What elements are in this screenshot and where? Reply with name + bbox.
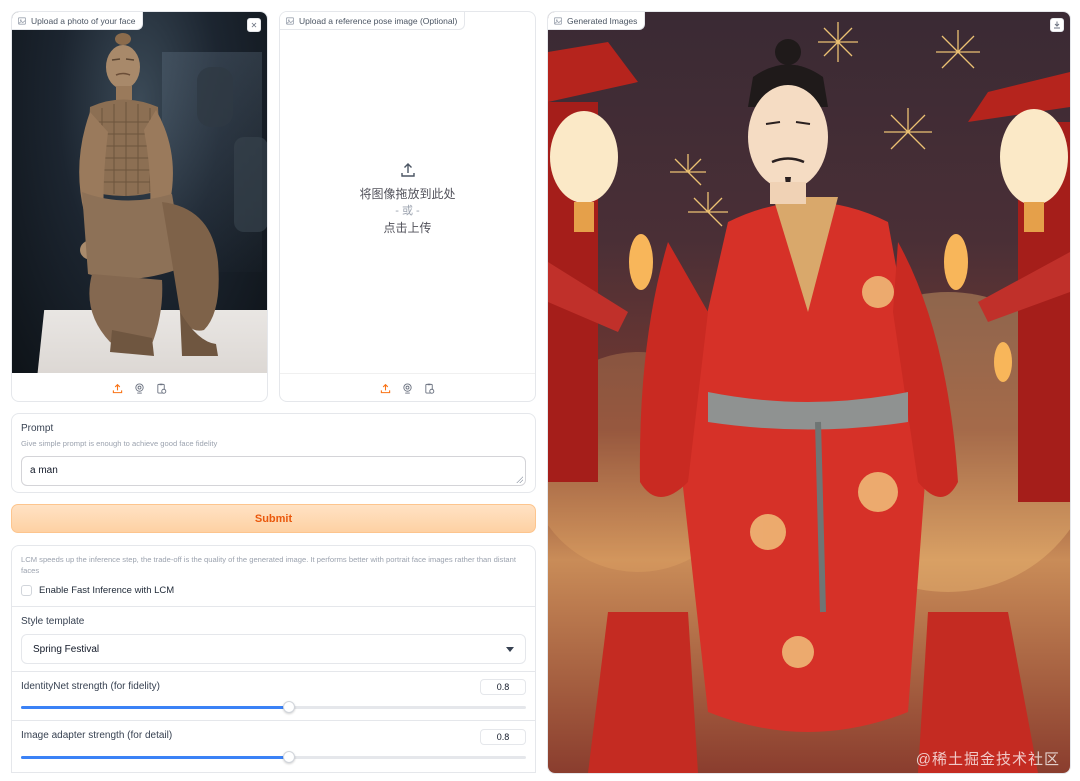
adapter-label: Image adapter strength (for detail) (21, 730, 173, 741)
or-separator: - 或 - (395, 205, 420, 217)
face-upload-label: Upload a photo of your face (12, 12, 144, 30)
image-icon (286, 16, 294, 25)
adapter-slider-thumb[interactable] (282, 751, 295, 763)
watermark: @稀土掘金技术社区 (915, 751, 1060, 768)
click-upload-text: 点击上传 (383, 221, 432, 235)
style-template-label: Style template (21, 616, 85, 627)
download-icon (1054, 21, 1060, 29)
generated-image[interactable]: @稀土掘金技术社区 (548, 12, 1070, 773)
download-button[interactable] (1050, 18, 1064, 32)
generated-images-panel: Generated Images @稀土掘金技术社区 (547, 11, 1071, 774)
pose-upload-panel[interactable]: Upload a reference pose image (Optional)… (279, 11, 536, 402)
prompt-block: Prompt Give simple prompt is enough to a… (11, 413, 536, 493)
upload-icon[interactable] (380, 383, 391, 394)
identitynet-slider[interactable] (21, 701, 526, 713)
identitynet-label: IdentityNet strength (for fidelity) (21, 681, 160, 692)
style-template-dropdown[interactable]: Spring Festival (21, 634, 526, 664)
prompt-label: Prompt (21, 423, 54, 434)
webcam-icon[interactable] (402, 382, 413, 394)
close-icon: ✕ (250, 20, 258, 30)
identitynet-slider-fill (21, 706, 289, 709)
lcm-checkbox-row[interactable]: Enable Fast Inference with LCM (21, 585, 174, 596)
prompt-info: Give simple prompt is enough to achieve … (21, 439, 218, 448)
clear-image-button[interactable]: ✕ (247, 18, 261, 32)
uploaded-face-photo (12, 12, 267, 373)
adapter-slider[interactable] (21, 751, 526, 763)
upload-icon[interactable] (112, 383, 123, 394)
drop-text: 将图像拖放到此处 (359, 187, 456, 201)
submit-button[interactable]: Submit (11, 504, 536, 533)
adapter-number-input[interactable]: 0.8 (480, 729, 526, 745)
face-source-toolbar (12, 374, 267, 401)
spring-festival-illustration (548, 22, 1070, 773)
style-template-value: Spring Festival (33, 643, 100, 655)
upload-icon (400, 163, 415, 177)
adapter-section: Image adapter strength (for detail) 0.8 (12, 720, 535, 772)
image-icon (554, 16, 562, 25)
clipboard-icon[interactable] (424, 383, 435, 394)
prompt-value: a man (30, 465, 58, 476)
pose-upload-label: Upload a reference pose image (Optional) (280, 12, 466, 30)
pose-dropzone[interactable]: 将图像拖放到此处 - 或 - 点击上传 (280, 162, 535, 237)
identitynet-number-input[interactable]: 0.8 (480, 679, 526, 695)
face-upload-panel[interactable]: Upload a photo of your face ✕ (11, 11, 268, 402)
style-template-section: Style template Spring Festival (12, 606, 535, 671)
adapter-slider-fill (21, 756, 289, 759)
pose-source-toolbar (280, 374, 535, 401)
lcm-info: LCM speeds up the inference step, the tr… (21, 555, 516, 575)
terracotta-warrior-figure (79, 33, 219, 356)
webcam-icon[interactable] (134, 382, 145, 394)
chevron-down-icon (506, 646, 514, 652)
identitynet-section: IdentityNet strength (for fidelity) 0.8 (12, 671, 535, 720)
lcm-checkbox-label: Enable Fast Inference with LCM (39, 585, 175, 596)
prompt-textarea[interactable]: a man (21, 456, 526, 486)
lcm-checkbox[interactable] (21, 585, 32, 596)
options-block: LCM speeds up the inference step, the tr… (11, 545, 536, 773)
generated-images-label: Generated Images (548, 12, 646, 30)
resize-handle[interactable] (516, 476, 523, 483)
image-icon (18, 16, 26, 25)
identitynet-slider-thumb[interactable] (282, 701, 295, 713)
clipboard-icon[interactable] (156, 383, 167, 394)
